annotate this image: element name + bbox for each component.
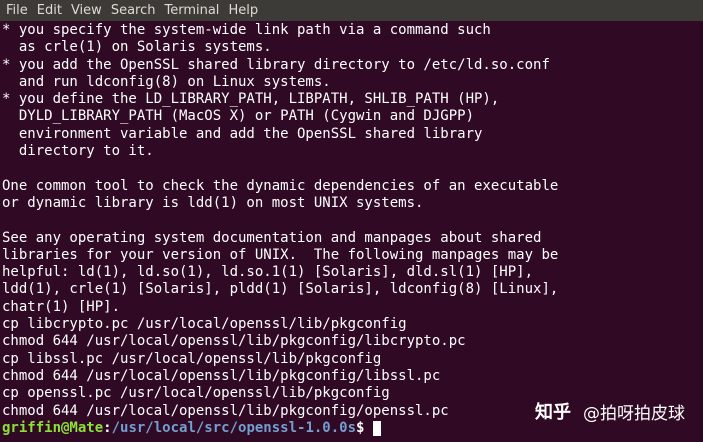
menu-search[interactable]: Search	[111, 0, 156, 21]
menu-view[interactable]: View	[71, 0, 102, 21]
terminal-window: File Edit View Search Terminal Help * yo…	[0, 0, 703, 442]
terminal-line: * you specify the system-wide link path …	[2, 22, 491, 38]
terminal-line: environment variable and add the OpenSSL…	[2, 125, 483, 142]
terminal-line: * you add the OpenSSL shared library dir…	[2, 56, 550, 73]
terminal-line: * you define the LD_LIBRARY_PATH, LIBPAT…	[2, 91, 500, 108]
menu-terminal[interactable]: Terminal	[164, 0, 219, 21]
prompt-path: /usr/local/src/openssl-1.0.0s	[111, 419, 357, 436]
menu-edit[interactable]: Edit	[37, 0, 62, 21]
prompt-symbol: $	[356, 419, 365, 436]
terminal-line: DYLD_LIBRARY_PATH (MacOS X) or PATH (Cyg…	[2, 108, 475, 125]
watermark: 知乎 @拍呀拍皮球	[535, 398, 685, 424]
menu-file[interactable]: File	[6, 0, 28, 21]
terminal-line: chmod 644 /usr/local/openssl/lib/pkgconf…	[2, 367, 441, 384]
terminal-line: or dynamic library is ldd(1) on most UNI…	[2, 194, 424, 211]
terminal-line: libraries for your version of UNIX. The …	[2, 246, 559, 263]
terminal-line: ldd(1), crle(1) [Solaris], pldd(1) [Sola…	[2, 281, 559, 298]
watermark-author: @拍呀拍皮球	[583, 403, 685, 424]
terminal-line: chmod 644 /usr/local/openssl/lib/pkgconf…	[2, 333, 466, 350]
text-cursor	[373, 420, 382, 436]
terminal-line: One common tool to check the dynamic dep…	[2, 177, 559, 194]
terminal-line: cp libcrypto.pc /usr/local/openssl/lib/p…	[2, 316, 407, 333]
prompt-colon: :	[103, 419, 112, 436]
terminal-line: as crle(1) on Solaris systems.	[2, 39, 272, 56]
terminal-line: helpful: ld(1), ld.so(1), ld.so.1(1) [So…	[2, 264, 534, 281]
terminal-output[interactable]: * you specify the system-wide link path …	[0, 22, 703, 442]
menu-help[interactable]: Help	[228, 0, 258, 21]
terminal-line: See any operating system documentation a…	[2, 229, 542, 246]
prompt-user-host: griffin@Mate	[2, 419, 104, 436]
watermark-logo: 知乎	[535, 402, 571, 423]
menubar: File Edit View Search Terminal Help	[0, 0, 703, 21]
terminal-line: cp libssl.pc /usr/local/openssl/lib/pkgc…	[2, 350, 382, 367]
terminal-line: and run ldconfig(8) on Linux systems.	[2, 73, 331, 90]
terminal-line: chatr(1) [HP].	[2, 298, 121, 315]
terminal-line: directory to it.	[2, 143, 154, 160]
